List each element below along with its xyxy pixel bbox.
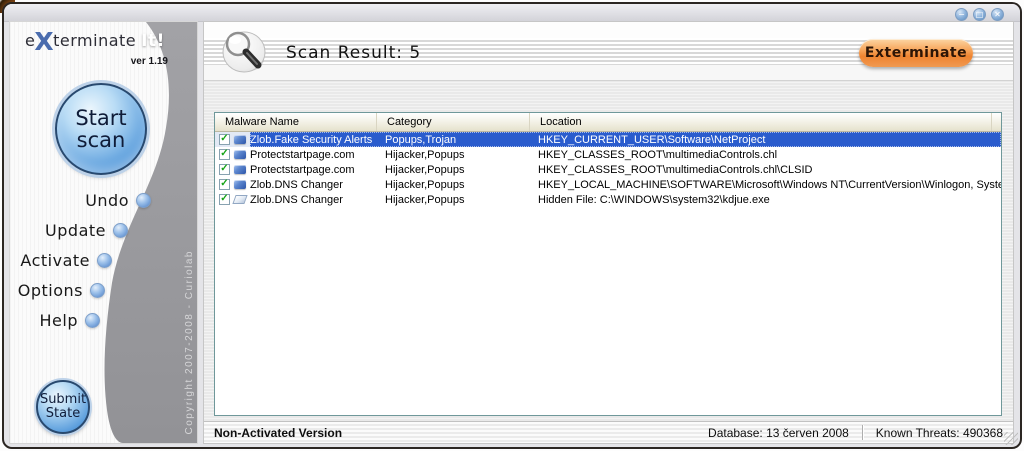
sidebar-item-options[interactable]: Options	[18, 280, 105, 300]
table-header: Malware NameCategoryLocation	[215, 113, 1001, 132]
column-header-location[interactable]: Location	[530, 113, 992, 131]
cell-location: HKEY_CLASSES_ROOT\multimediaControls.chl…	[530, 164, 1001, 176]
header-band-bottom	[204, 65, 1013, 81]
activation-status-label: Non-Activated Version	[204, 426, 695, 440]
titlebar[interactable]	[4, 4, 1020, 22]
cell-location: Hidden File: C:\WINDOWS\system32\kdjue.e…	[530, 194, 1001, 206]
column-header-malware-name[interactable]: Malware Name	[215, 113, 377, 131]
close-button[interactable]: ✕	[991, 8, 1004, 21]
table-row[interactable]: ✓ Zlob.DNS ChangerHijacker,PopupsHidden F…	[215, 192, 1001, 207]
cell-malware-name: Protectstartpage.com	[250, 149, 377, 161]
status-bar: Non-Activated Version Database: 13 červe…	[204, 421, 1013, 443]
check-icon: ✓	[220, 149, 228, 159]
column-header-stub	[992, 113, 1001, 131]
bullet-icon	[136, 193, 151, 208]
cell-category: Hijacker,Popups	[377, 149, 530, 161]
bullet-icon	[113, 223, 128, 238]
cell-category: Hijacker,Popups	[377, 164, 530, 176]
scan-result-title: Scan Result: 5	[286, 43, 421, 63]
malware-icon	[234, 150, 246, 159]
row-icon-cell	[234, 177, 250, 192]
cell-category: Hijacker,Popups	[377, 179, 530, 191]
main-panel: Scan Result: 5 Exterminate Malware NameC…	[203, 21, 1014, 444]
row-checkbox-cell: ✓	[215, 147, 234, 162]
cell-category: Hijacker,Popups	[377, 194, 530, 206]
table-row[interactable]: ✓ Protectstartpage.comHijacker,PopupsHKEY…	[215, 147, 1001, 162]
table-row[interactable]: ✓ Zlob.Fake Security AlertsPopups,TrojanH…	[215, 132, 1001, 147]
copyright-label: Copyright 2007-2008 - Curiolab	[184, 250, 195, 435]
known-threats-label: Known Threats: 490368	[863, 426, 1013, 440]
minimize-button[interactable]: −	[955, 8, 968, 21]
row-main: Protectstartpage.comHijacker,PopupsHKEY_…	[250, 147, 1001, 162]
cell-location: HKEY_LOCAL_MACHINE\SOFTWARE\Microsoft\Wi…	[530, 179, 1001, 191]
sidebar-menu: Undo Update Activate Options Help	[10, 22, 197, 443]
menu-label: Help	[40, 311, 78, 330]
database-date-label: Database: 13 červen 2008	[695, 426, 862, 440]
submit-line1: Submit	[40, 393, 86, 407]
row-icon-cell	[234, 162, 250, 177]
sidebar: eXterminateIt! ver 1.19 Start scan UndoU…	[9, 21, 198, 444]
check-icon: ✓	[220, 194, 228, 204]
row-icon-cell	[234, 132, 250, 147]
row-icon-cell	[234, 192, 250, 207]
row-checkbox-cell: ✓	[215, 132, 234, 147]
row-checkbox-cell: ✓	[215, 162, 234, 177]
row-checkbox-cell: ✓	[215, 177, 234, 192]
row-main: Zlob.DNS ChangerHijacker,PopupsHidden Fi…	[250, 192, 1001, 207]
table-body: ✓Zlob.Fake Security AlertsPopups,TrojanH…	[215, 132, 1001, 207]
malware-icon	[234, 135, 246, 144]
checkbox[interactable]: ✓	[219, 179, 230, 190]
cell-malware-name: Protectstartpage.com	[250, 164, 377, 176]
app-window: −□ ✕ eXterminateIt! ver 1.19 Start scan U…	[2, 2, 1022, 449]
cell-location: HKEY_CURRENT_USER\Software\NetProject	[530, 134, 1001, 146]
exterminate-button[interactable]: Exterminate	[859, 39, 973, 67]
window-controls: −□ ✕	[955, 8, 1004, 21]
sidebar-item-activate[interactable]: Activate	[20, 250, 112, 270]
check-icon: ✓	[220, 164, 228, 174]
cell-malware-name: Zlob.DNS Changer	[250, 194, 377, 206]
table-row[interactable]: ✓ Protectstartpage.comHijacker,PopupsHKEY…	[215, 162, 1001, 177]
resize-grip[interactable]	[1004, 432, 1018, 445]
cell-category: Popups,Trojan	[377, 134, 530, 146]
check-icon: ✓	[220, 179, 228, 189]
results-table: Malware NameCategoryLocation ✓ Zlob.Fake …	[214, 112, 1002, 416]
column-header-category[interactable]: Category	[377, 113, 530, 131]
sidebar-item-update[interactable]: Update	[45, 220, 128, 240]
table-row[interactable]: ✓ Zlob.DNS ChangerHijacker,PopupsHKEY_LOC…	[215, 177, 1001, 192]
cell-malware-name: Zlob.Fake Security Alerts	[250, 134, 377, 146]
file-icon	[232, 195, 247, 204]
bullet-icon	[90, 283, 105, 298]
bullet-icon	[97, 253, 112, 268]
row-checkbox-cell: ✓	[215, 192, 234, 207]
row-main: Protectstartpage.comHijacker,PopupsHKEY_…	[250, 162, 1001, 177]
checkbox[interactable]: ✓	[219, 149, 230, 160]
maximize-button[interactable]: □	[973, 8, 986, 21]
row-main: Zlob.Fake Security AlertsPopups,TrojanHK…	[250, 132, 1001, 147]
search-icon	[220, 28, 268, 76]
cell-malware-name: Zlob.DNS Changer	[250, 179, 377, 191]
submit-line2: State	[46, 407, 80, 421]
screen: −□ ✕ eXterminateIt! ver 1.19 Start scan U…	[0, 0, 1024, 451]
bullet-icon	[85, 313, 100, 328]
cell-location: HKEY_CLASSES_ROOT\multimediaControls.chl	[530, 149, 1001, 161]
row-icon-cell	[234, 147, 250, 162]
menu-label: Options	[18, 281, 83, 300]
checkbox[interactable]: ✓	[219, 134, 230, 145]
sidebar-item-undo[interactable]: Undo	[85, 190, 151, 210]
row-main: Zlob.DNS ChangerHijacker,PopupsHKEY_LOCA…	[250, 177, 1001, 192]
checkbox[interactable]: ✓	[219, 164, 230, 175]
checkbox[interactable]: ✓	[219, 194, 230, 205]
sidebar-item-help[interactable]: Help	[40, 310, 100, 330]
menu-label: Activate	[20, 251, 90, 270]
submit-state-button[interactable]: Submit State	[36, 380, 90, 434]
check-icon: ✓	[220, 134, 228, 144]
menu-label: Update	[45, 221, 106, 240]
header-band-top	[204, 22, 1013, 38]
menu-label: Undo	[85, 191, 129, 210]
malware-icon	[234, 180, 246, 189]
malware-icon	[234, 165, 246, 174]
